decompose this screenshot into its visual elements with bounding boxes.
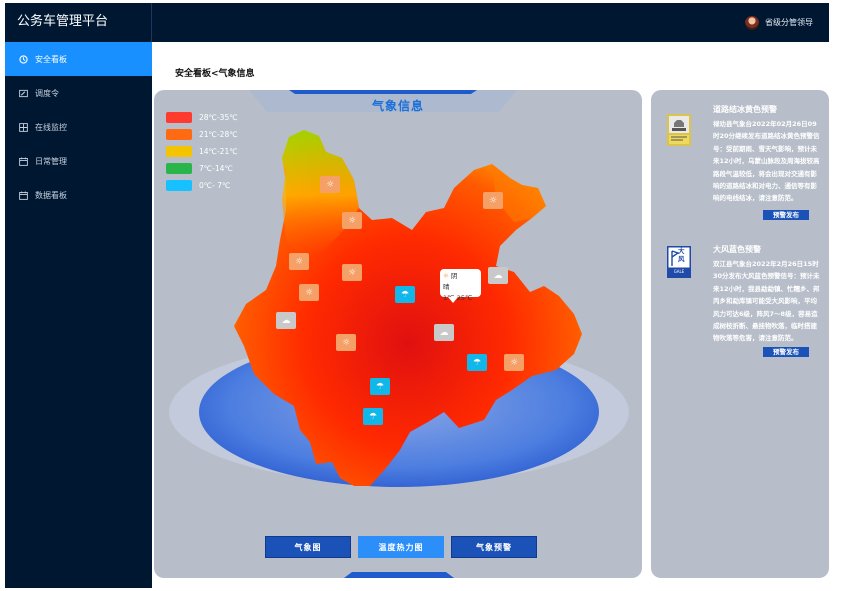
rain-icon[interactable]: ☂ <box>467 354 487 371</box>
temperature-legend: 28℃-35℃ 21℃-28℃ 14℃-21℃ 7℃-14℃ 0℃- 7℃ <box>166 109 238 194</box>
legend-item: 0℃- 7℃ <box>166 177 238 194</box>
legend-item: 28℃-35℃ <box>166 109 238 126</box>
avatar[interactable] <box>745 15 759 30</box>
sidebar: 安全看板 调度令 在线监控 日常管理 数据看板 <box>5 42 152 588</box>
sunny-icon[interactable]: ☼ <box>504 354 524 371</box>
tab-weather-warning[interactable]: 气象预警 <box>451 536 537 558</box>
cloudy-icon[interactable]: ☁ <box>276 312 296 329</box>
popup-condition-row: ☼ 阴 <box>443 271 478 282</box>
weather-panel: 气象信息 28℃-35℃ 21℃-28℃ 14℃-21℃ 7℃-14℃ 0℃- … <box>154 90 642 578</box>
rain-icon[interactable]: ☂ <box>363 408 383 425</box>
legend-label: 7℃-14℃ <box>199 164 233 173</box>
warnings-panel: 道路结冰黄色预警 禄劝县气象台2022年02月26日09时20分继续发布道路结冰… <box>651 90 829 578</box>
sidebar-item-daily-management[interactable]: 日常管理 <box>5 144 152 178</box>
grid-icon <box>19 122 28 132</box>
sidebar-item-data-dashboard[interactable]: 数据看板 <box>5 178 152 212</box>
legend-swatch <box>166 112 192 123</box>
sidebar-item-safety-dashboard[interactable]: 安全看板 <box>5 42 152 76</box>
sunny-icon[interactable]: ☼ <box>336 334 356 351</box>
calendar-icon <box>19 190 28 200</box>
gale-icon-sublabel: GALE <box>673 269 685 274</box>
sidebar-item-label: 日常管理 <box>35 156 67 166</box>
sunny-icon[interactable]: ☼ <box>289 253 309 270</box>
warning-body: 禄劝县气象台2022年02月26日09时20分继续发布道路结冰黄色预警信号：受前… <box>713 120 820 203</box>
breadcrumb: 安全看板<气象信息 <box>175 69 255 79</box>
weather-popup: ☼ 阴 晴1℃-25℃ <box>440 269 481 303</box>
legend-item: 21℃-28℃ <box>166 126 238 143</box>
rain-icon[interactable]: ☂ <box>395 286 415 303</box>
cloudy-icon[interactable]: ☁ <box>434 324 454 341</box>
clock-icon <box>19 54 28 64</box>
sunny-icon: ☼ <box>443 272 449 280</box>
sidebar-item-dispatch-order[interactable]: 调度令 <box>5 76 152 110</box>
legend-label: 0℃- 7℃ <box>199 181 231 190</box>
warning-title: 道路结冰黄色预警 <box>713 105 777 114</box>
warning-body: 双江县气象台2022年2月26日15时30分发布大风蓝色预警信号：预计未来12小… <box>713 260 820 343</box>
sunny-icon[interactable]: ☼ <box>320 176 340 193</box>
calendar-icon <box>19 156 28 166</box>
tab-weather-map[interactable]: 气象图 <box>265 536 351 558</box>
map-tabs: 气象图 温度热力图 气象预警 <box>265 536 537 558</box>
sunny-icon[interactable]: ☼ <box>483 192 503 209</box>
bottom-decoration <box>344 572 454 578</box>
tab-temperature-heatmap[interactable]: 温度热力图 <box>358 536 444 558</box>
icy-road-warning-icon <box>667 114 691 146</box>
legend-swatch <box>166 163 192 174</box>
publish-warning-button[interactable]: 预警发布 <box>763 347 809 357</box>
app-window: 公务车管理平台 省级分管领导 安全看板 调度令 在线监控 日常管理 数据看板 安… <box>5 3 829 588</box>
gale-icon-label: 大风 <box>678 247 685 263</box>
legend-label: 21℃-28℃ <box>199 130 238 139</box>
legend-label: 14℃-21℃ <box>199 147 238 156</box>
legend-swatch <box>166 180 192 191</box>
main-content: 安全看板<气象信息 气象信息 28℃-35℃ 21℃-28℃ 14℃-21℃ 7… <box>152 42 829 588</box>
app-title: 公务车管理平台 <box>5 3 152 42</box>
legend-swatch <box>166 129 192 140</box>
sidebar-item-label: 安全看板 <box>35 54 67 64</box>
user-name[interactable]: 省级分管领导 <box>765 17 813 28</box>
legend-item: 14℃-21℃ <box>166 143 238 160</box>
sidebar-item-label: 数据看板 <box>35 190 67 200</box>
sunny-icon[interactable]: ☼ <box>342 264 362 281</box>
rain-icon[interactable]: ☂ <box>370 378 390 395</box>
warning-title: 大风蓝色预警 <box>713 245 761 254</box>
user-menu[interactable]: 省级分管领导 <box>745 3 813 42</box>
sidebar-item-online-monitoring[interactable]: 在线监控 <box>5 110 152 144</box>
publish-warning-button[interactable]: 预警发布 <box>763 210 809 220</box>
legend-swatch <box>166 146 192 157</box>
sunny-icon[interactable]: ☼ <box>342 212 362 229</box>
sidebar-item-label: 在线监控 <box>35 122 67 132</box>
legend-item: 7℃-14℃ <box>166 160 238 177</box>
top-bar: 公务车管理平台 省级分管领导 <box>5 3 829 42</box>
popup-temp: 晴1℃-25℃ <box>443 283 473 302</box>
sunny-icon[interactable]: ☼ <box>299 284 319 301</box>
edit-card-icon <box>19 89 28 97</box>
sidebar-item-label: 调度令 <box>35 88 59 98</box>
cloudy-icon[interactable]: ☁ <box>488 267 508 284</box>
popup-condition: 阴 <box>450 272 458 280</box>
legend-label: 28℃-35℃ <box>199 113 238 122</box>
